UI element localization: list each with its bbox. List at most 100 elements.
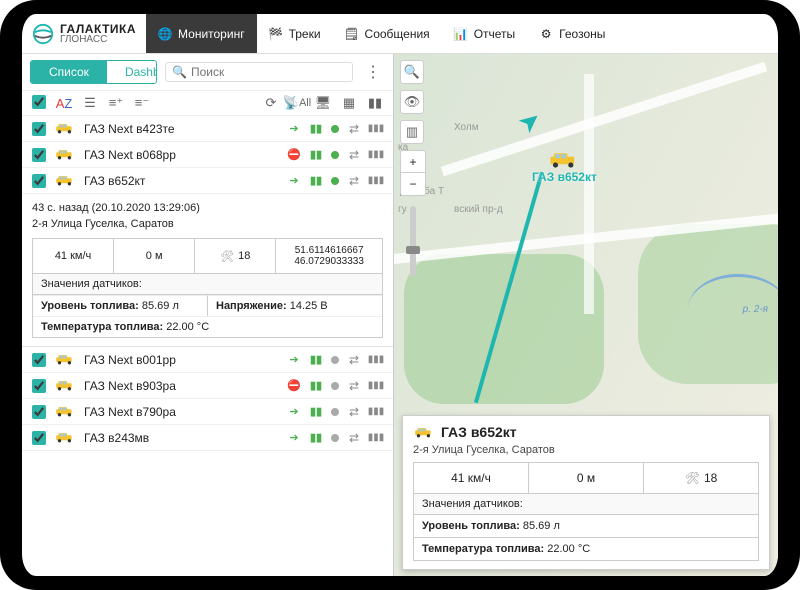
stats-icon[interactable]: ▮▮▮ [369,353,383,367]
unit-detail: 43 с. назад (20.10.2020 13:29:06) 2-я Ул… [22,194,393,347]
pause-icon[interactable]: ▮▮ [309,405,323,419]
report-icon: 📊 [454,27,468,41]
detail-speed: 41 км/ч [33,239,114,273]
search-input[interactable] [191,65,346,79]
offline-dot-icon [331,356,339,364]
unit-row[interactable]: ГАЗ в652кт ➔ ▮▮ ⇄ ▮▮▮ [22,168,393,194]
popup-address: 2-я Улица Гуселка, Саратов [413,444,759,456]
unit-row[interactable]: ГАЗ Next в001рр ➔ ▮▮ ⇄ ▮▮▮ [22,347,393,373]
nav-tracks[interactable]: 🏁 Треки [257,14,333,53]
unit-checkbox[interactable] [32,174,46,188]
top-nav: ГАЛАКТИКА ГЛОНАСС 🌐 Мониторинг 🏁 Треки 🗒… [22,14,778,54]
zoom-in-button[interactable]: + [401,151,425,173]
unit-row[interactable]: ГАЗ Next в423те ➔ ▮▮ ⇄ ▮▮▮ [22,116,393,142]
brand-line2: ГЛОНАСС [60,35,136,45]
zoom-slider[interactable] [410,206,416,276]
motion-icon: ➔ [287,122,301,136]
stats-icon[interactable]: ▮▮▮ [369,379,383,393]
stats-icon[interactable]: ▮▮▮ [369,405,383,419]
flag-icon: 🏁 [269,27,283,41]
connection-icon: ⇄ [347,122,361,136]
pause-icon[interactable]: ▮▮ [309,431,323,445]
pause-icon[interactable]: ▮▮ [309,353,323,367]
connection-icon: ⇄ [347,174,361,188]
unit-checkbox[interactable] [32,122,46,136]
map[interactable]: Холм Дружба Т вский пр-д гу ка р. 2-я ➤ … [394,54,778,576]
unit-checkbox[interactable] [32,379,46,393]
popup-sat: 🛠18 [644,463,758,493]
nav-monitoring[interactable]: 🌐 Мониторинг [146,14,257,53]
vehicle-marker[interactable]: ГАЗ в652кт [532,150,597,184]
unit-checkbox[interactable] [32,431,46,445]
car-icon [54,379,76,392]
nav-reports[interactable]: 📊 Отчеты [442,14,527,53]
detail-distance: 0 м [114,239,195,273]
expand-icon[interactable]: ≡⁺ [108,95,124,111]
unit-row[interactable]: ГАЗ Next в903ра ⛔ ▮▮ ⇄ ▮▮▮ [22,373,393,399]
nav-messages[interactable]: 🗒 Сообщения [333,14,442,53]
message-icon: 🗒 [345,27,359,41]
unit-row[interactable]: ГАЗ в243мв ➔ ▮▮ ⇄ ▮▮▮ [22,425,393,451]
online-dot-icon [331,151,339,159]
unit-row[interactable]: ГАЗ Next в068рр ⛔ ▮▮ ⇄ ▮▮▮ [22,142,393,168]
sensor-fuel: Уровень топлива: 85.69 л [33,295,208,316]
vehicle-popup: ГАЗ в652кт 2-я Улица Гуселка, Саратов 41… [402,415,770,570]
car-icon [547,150,581,170]
car-icon [54,431,76,444]
offline-dot-icon [331,382,339,390]
search-box[interactable]: 🔍 [165,62,353,82]
map-search-button[interactable]: 🔍 [400,60,424,84]
stats-icon[interactable]: ▮▮▮ [369,431,383,445]
motion-icon: ➔ [287,174,301,188]
car-icon [413,426,435,439]
stats-icon[interactable]: ▮▮▮ [369,122,383,136]
unit-list: ГАЗ Next в423те ➔ ▮▮ ⇄ ▮▮▮ ГАЗ Next в068… [22,116,393,576]
car-icon [54,353,76,366]
unit-checkbox[interactable] [32,148,46,162]
select-all-checkbox[interactable] [32,95,46,109]
satellite-all-icon[interactable]: 📡All [289,95,305,111]
sort-icon[interactable]: AZ [56,95,72,111]
unit-name: ГАЗ Next в423те [84,122,279,136]
stats-icon[interactable]: ▮▮▮ [369,148,383,162]
unit-name: ГАЗ Next в068рр [84,148,279,162]
refresh-icon[interactable]: ⟳ [263,95,279,111]
detail-address: 2-я Улица Гуселка, Саратов [32,216,383,232]
more-menu-button[interactable]: ⋮ [361,62,385,82]
wrench-icon: 🛠 [685,471,700,485]
list-view-icon[interactable]: ☰ [82,95,98,111]
stats-icon[interactable]: ▮▮▮ [369,174,383,188]
tab-list[interactable]: Список [31,61,107,83]
map-layers-button[interactable]: ▥ [400,120,424,144]
motion-icon: ➔ [287,353,301,367]
sensors-header: Значения датчиков: [32,274,383,295]
popup-distance: 0 м [529,463,644,493]
unit-name: ГАЗ в243мв [84,431,279,445]
map-visibility-button[interactable]: 👁 [400,90,424,114]
unit-checkbox[interactable] [32,405,46,419]
connection-icon: ⇄ [347,431,361,445]
pause-icon[interactable]: ▮▮ [309,122,323,136]
unit-name: ГАЗ Next в790ра [84,405,279,419]
offline-dot-icon [331,434,339,442]
collapse-icon[interactable]: ≡⁻ [134,95,150,111]
checker-icon[interactable]: ▦ [341,95,357,111]
offline-dot-icon [331,408,339,416]
zoom-control: + − [400,150,426,196]
tab-dashboard[interactable]: Dashboard [107,61,157,83]
stats-header-icon[interactable]: ▮▮ [367,95,383,111]
pause-icon[interactable]: ▮▮ [309,148,323,162]
unit-row[interactable]: ГАЗ Next в790ра ➔ ▮▮ ⇄ ▮▮▮ [22,399,393,425]
search-icon: 🔍 [172,65,187,79]
stop-icon: ⛔ [287,148,301,162]
detail-ago: 43 с. назад (20.10.2020 13:29:06) [32,200,383,216]
popup-title: ГАЗ в652кт [441,424,517,440]
pause-icon[interactable]: ▮▮ [309,379,323,393]
monitor-icon[interactable]: 🖥 [315,95,331,111]
nav-geozones[interactable]: ⚙ Геозоны [527,14,617,53]
pause-icon[interactable]: ▮▮ [309,174,323,188]
connection-icon: ⇄ [347,379,361,393]
online-dot-icon [331,125,339,133]
zoom-out-button[interactable]: − [401,173,425,195]
unit-checkbox[interactable] [32,353,46,367]
